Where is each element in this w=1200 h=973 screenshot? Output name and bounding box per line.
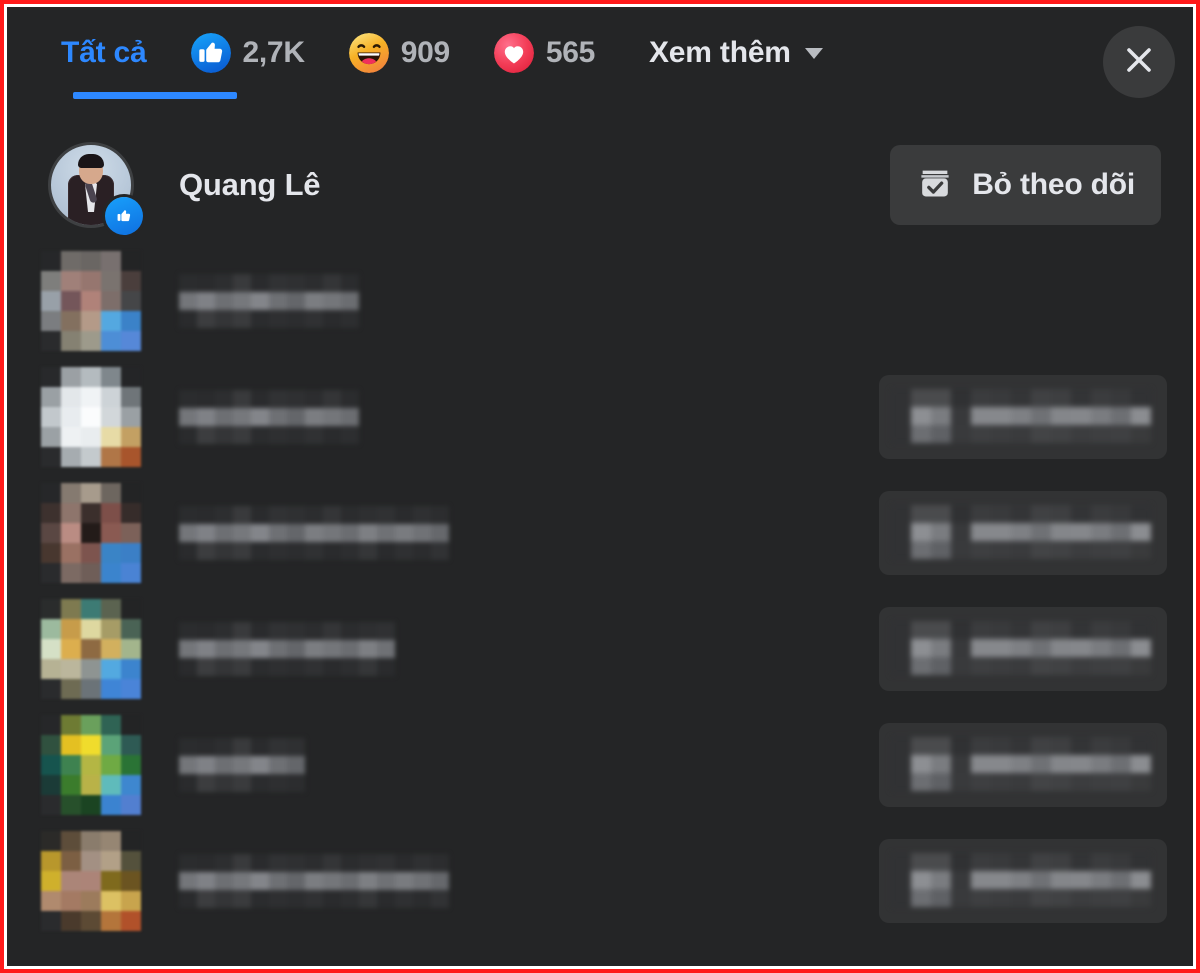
- love-heart-reaction-icon: [493, 33, 534, 73]
- like-reaction-badge-icon: [105, 197, 143, 235]
- tab-all[interactable]: Tất cả: [39, 7, 237, 99]
- unfollow-button[interactable]: Bỏ theo dõi: [890, 145, 1161, 225]
- censored-avatar-image: [41, 599, 141, 699]
- censored-avatar-image: [41, 831, 141, 931]
- reactions-dialog: Tất cả 2,7K 909 565 Xem thêm Quang Lê Bỏ…: [7, 7, 1193, 966]
- see-more-reactions-button[interactable]: Xem thêm: [631, 7, 841, 99]
- censored-avatar-image: [41, 367, 141, 467]
- avatar[interactable]: [41, 831, 141, 931]
- avatar[interactable]: [41, 367, 141, 467]
- censored-action-button[interactable]: [879, 723, 1167, 807]
- tab-haha-count: 909: [400, 36, 450, 69]
- tab-like-count: 2,7K: [242, 36, 305, 69]
- avatar[interactable]: [41, 599, 141, 699]
- chevron-down-icon: [804, 47, 823, 59]
- censored-action-button[interactable]: [879, 607, 1167, 691]
- annotation-frame-inner: Tất cả 2,7K 909 565 Xem thêm Quang Lê Bỏ…: [4, 4, 1196, 969]
- list-item[interactable]: [7, 243, 1193, 359]
- following-check-icon: [916, 164, 954, 207]
- censored-action-button-content: [891, 621, 1151, 675]
- tab-love[interactable]: 565: [472, 7, 617, 99]
- list-item[interactable]: [7, 591, 1193, 707]
- avatar-hair: [78, 154, 104, 168]
- censored-action-button[interactable]: [879, 839, 1167, 923]
- list-item[interactable]: [7, 475, 1193, 591]
- list-item[interactable]: [7, 823, 1193, 939]
- tab-all-label: Tất cả: [61, 36, 147, 69]
- tab-like[interactable]: 2,7K: [169, 7, 327, 99]
- unfollow-button-label: Bỏ theo dõi: [972, 168, 1135, 201]
- censored-action-button-content: [891, 389, 1151, 443]
- censored-avatar-image: [41, 715, 141, 815]
- see-more-label: Xem thêm: [649, 36, 791, 69]
- list-item[interactable]: [7, 707, 1193, 823]
- censored-action-button-content: [891, 505, 1151, 559]
- person-name[interactable]: Quang Lê: [179, 167, 890, 203]
- avatar[interactable]: [41, 715, 141, 815]
- close-button[interactable]: [1103, 26, 1175, 98]
- avatar[interactable]: [41, 483, 141, 583]
- censored-action-button[interactable]: [879, 375, 1167, 459]
- censored-action-button-content: [891, 737, 1151, 791]
- censored-avatar-image: [41, 251, 141, 351]
- list-item-body: Quang Lê: [141, 167, 890, 203]
- tab-haha[interactable]: 909: [327, 7, 472, 99]
- list-item-body: [141, 274, 1163, 328]
- avatar[interactable]: [41, 135, 143, 235]
- reactions-tabbar: Tất cả 2,7K 909 565 Xem thêm: [7, 7, 1193, 127]
- censored-person-name: [179, 274, 1163, 328]
- censored-avatar-image: [41, 483, 141, 583]
- reaction-people-list[interactable]: Quang Lê Bỏ theo dõi: [7, 127, 1193, 939]
- close-icon: [1121, 42, 1157, 83]
- list-item[interactable]: [7, 359, 1193, 475]
- censored-action-button[interactable]: [879, 491, 1167, 575]
- thumbs-up-reaction-icon: [190, 33, 231, 73]
- avatar[interactable]: [41, 251, 141, 351]
- haha-reaction-icon: [348, 33, 389, 73]
- annotation-frame: Tất cả 2,7K 909 565 Xem thêm Quang Lê Bỏ…: [0, 0, 1200, 973]
- list-item[interactable]: Quang Lê Bỏ theo dõi: [7, 127, 1193, 243]
- tab-love-count: 565: [545, 36, 595, 69]
- censored-action-button-content: [891, 853, 1151, 907]
